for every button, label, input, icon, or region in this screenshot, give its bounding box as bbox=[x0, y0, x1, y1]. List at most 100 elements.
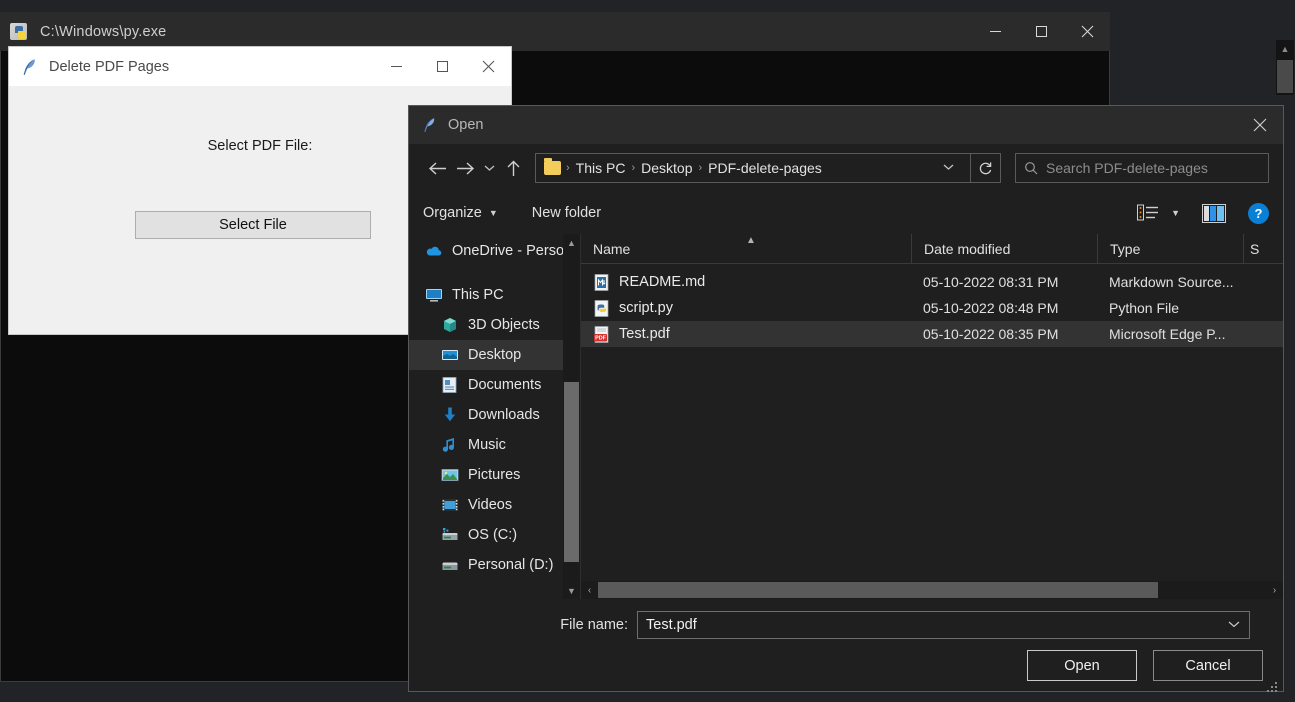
preview-pane-icon[interactable] bbox=[1202, 203, 1226, 223]
desktop-icon bbox=[442, 350, 458, 360]
scrollbar-thumb[interactable] bbox=[1277, 60, 1293, 93]
column-headers: Name ▲ Date modified Type S bbox=[581, 233, 1283, 264]
sidebar-item-desktop[interactable]: Desktop bbox=[409, 340, 580, 370]
open-button[interactable]: Open bbox=[1027, 650, 1137, 681]
music-icon bbox=[442, 438, 454, 452]
sidebar-item-music[interactable]: Music bbox=[409, 430, 580, 460]
sidebar-item-label: Music bbox=[468, 437, 506, 453]
onedrive-icon bbox=[426, 246, 442, 256]
open-dialog-close-button[interactable] bbox=[1237, 106, 1283, 144]
this-pc-icon bbox=[426, 289, 442, 302]
chevron-down-icon[interactable] bbox=[1228, 619, 1240, 631]
file-name-input[interactable]: Test.pdf bbox=[637, 611, 1250, 639]
breadcrumb[interactable]: › This PC › Desktop › PDF-delete-pages bbox=[535, 153, 971, 183]
column-header-type[interactable]: Type bbox=[1097, 233, 1243, 264]
up-arrow-icon[interactable] bbox=[499, 153, 527, 183]
sidebar-item-this-pc[interactable]: This PC bbox=[409, 280, 580, 310]
tk-minimize-button[interactable] bbox=[373, 47, 419, 86]
minimize-button[interactable] bbox=[972, 12, 1018, 51]
sidebar-item-downloads[interactable]: Downloads bbox=[409, 400, 580, 430]
column-header-size[interactable]: S bbox=[1243, 233, 1263, 264]
scroll-down-icon[interactable]: ▼ bbox=[563, 582, 580, 599]
sidebar-item-onedrive[interactable]: OneDrive - Person bbox=[409, 236, 580, 266]
help-button[interactable]: ? bbox=[1248, 202, 1269, 224]
file-name-label: script.py bbox=[619, 300, 673, 316]
tk-window-controls bbox=[373, 47, 511, 86]
console-titlebar[interactable]: C:\Windows\py.exe bbox=[0, 12, 1110, 51]
tk-close-button[interactable] bbox=[465, 47, 511, 86]
file-name-cell: script.py bbox=[581, 299, 911, 317]
table-row[interactable]: script.py 05-10-2022 08:48 PM Python Fil… bbox=[581, 295, 1283, 321]
view-options-icon[interactable] bbox=[1137, 204, 1159, 222]
select-file-button[interactable]: Select File bbox=[135, 211, 371, 239]
breadcrumb-item-desktop[interactable]: Desktop bbox=[637, 160, 696, 176]
file-date-cell: 05-10-2022 08:35 PM bbox=[923, 326, 1059, 342]
file-name-row: File name: Test.pdf bbox=[409, 599, 1283, 639]
sidebar-item-label: Downloads bbox=[468, 407, 540, 423]
tk-title-text: Delete PDF Pages bbox=[49, 58, 170, 75]
file-list-horizontal-scrollbar[interactable]: ‹ › bbox=[581, 581, 1283, 599]
3d-objects-icon bbox=[444, 318, 456, 332]
sidebar-item-label: Desktop bbox=[468, 347, 522, 363]
tk-titlebar[interactable]: Delete PDF Pages bbox=[9, 47, 511, 86]
breadcrumb-separator: › bbox=[566, 162, 570, 174]
console-scrollbar[interactable]: ▲ bbox=[1276, 40, 1294, 95]
scroll-up-icon[interactable]: ▲ bbox=[563, 234, 580, 251]
file-name-label: File name: bbox=[560, 617, 628, 633]
file-list-pane: Name ▲ Date modified Type S README.md 05… bbox=[581, 233, 1283, 599]
console-title-text: C:\Windows\py.exe bbox=[40, 23, 167, 40]
folder-icon bbox=[544, 158, 561, 175]
pictures-icon bbox=[441, 469, 459, 481]
sidebar-item-os-c[interactable]: OS (C:) bbox=[409, 520, 580, 550]
breadcrumb-chevron-down-icon[interactable] bbox=[935, 162, 962, 174]
scrollbar-thumb[interactable] bbox=[598, 582, 1158, 598]
view-chevron-down-icon[interactable]: ▼ bbox=[1171, 208, 1180, 218]
new-folder-button[interactable]: New folder bbox=[532, 205, 601, 221]
search-placeholder: Search PDF-delete-pages bbox=[1046, 160, 1208, 176]
file-type-cell: Microsoft Edge P... bbox=[1109, 326, 1226, 342]
refresh-icon[interactable] bbox=[971, 153, 1001, 183]
scrollbar-thumb[interactable] bbox=[564, 382, 579, 562]
markdown-file-icon bbox=[594, 273, 609, 291]
navigation-pane: OneDrive - Person This PC 3D Objects Des… bbox=[409, 234, 581, 599]
toolbar-right-group: ▼ ? bbox=[1137, 202, 1269, 224]
console-window-controls bbox=[972, 12, 1110, 51]
table-row[interactable]: README.md 05-10-2022 08:31 PM Markdown S… bbox=[581, 269, 1283, 295]
forward-arrow-icon[interactable] bbox=[451, 153, 479, 183]
navigation-pane-scrollbar[interactable]: ▲ ▼ bbox=[563, 234, 580, 599]
file-name-cell: PDF Test.pdf bbox=[581, 325, 911, 343]
scroll-up-icon[interactable]: ▲ bbox=[1276, 40, 1294, 57]
organize-menu[interactable]: Organize ▼ bbox=[423, 205, 498, 221]
scroll-left-icon[interactable]: ‹ bbox=[581, 581, 598, 599]
sort-ascending-icon: ▲ bbox=[746, 234, 756, 246]
cancel-button[interactable]: Cancel bbox=[1153, 650, 1263, 681]
pdf-file-icon: PDF bbox=[594, 325, 609, 343]
column-header-name[interactable]: Name ▲ bbox=[581, 234, 911, 264]
sidebar-item-documents[interactable]: Documents bbox=[409, 370, 580, 400]
file-name-label: Test.pdf bbox=[619, 326, 670, 342]
close-button[interactable] bbox=[1064, 12, 1110, 51]
navigation-list: OneDrive - Person This PC 3D Objects Des… bbox=[409, 234, 580, 580]
sidebar-item-label: Documents bbox=[468, 377, 542, 393]
address-bar: › This PC › Desktop › PDF-delete-pages S… bbox=[409, 144, 1283, 192]
search-input[interactable]: Search PDF-delete-pages bbox=[1015, 153, 1269, 183]
breadcrumb-item-pdf-delete-pages[interactable]: PDF-delete-pages bbox=[704, 160, 826, 176]
sidebar-item-videos[interactable]: Videos bbox=[409, 490, 580, 520]
maximize-button[interactable] bbox=[1018, 12, 1064, 51]
recent-locations-chevron-down-icon[interactable] bbox=[479, 153, 499, 183]
breadcrumb-item-this-pc[interactable]: This PC bbox=[572, 160, 630, 176]
back-arrow-icon[interactable] bbox=[423, 153, 451, 183]
table-row[interactable]: PDF Test.pdf 05-10-2022 08:35 PM Microso… bbox=[581, 321, 1283, 347]
file-name-value: Test.pdf bbox=[646, 617, 697, 633]
column-header-date-modified[interactable]: Date modified bbox=[911, 233, 1097, 264]
os-drive-icon bbox=[442, 528, 458, 540]
open-dialog-titlebar[interactable]: Open bbox=[409, 106, 1283, 144]
svg-text:PDF: PDF bbox=[595, 335, 606, 341]
sidebar-item-personal-d[interactable]: Personal (D:) bbox=[409, 550, 580, 580]
tk-maximize-button[interactable] bbox=[419, 47, 465, 86]
sidebar-item-pictures[interactable]: Pictures bbox=[409, 460, 580, 490]
resize-grip-icon[interactable] bbox=[1267, 682, 1279, 694]
scrollbar-track[interactable] bbox=[598, 581, 1266, 599]
sidebar-item-3d-objects[interactable]: 3D Objects bbox=[409, 310, 580, 340]
scroll-right-icon[interactable]: › bbox=[1266, 581, 1283, 599]
